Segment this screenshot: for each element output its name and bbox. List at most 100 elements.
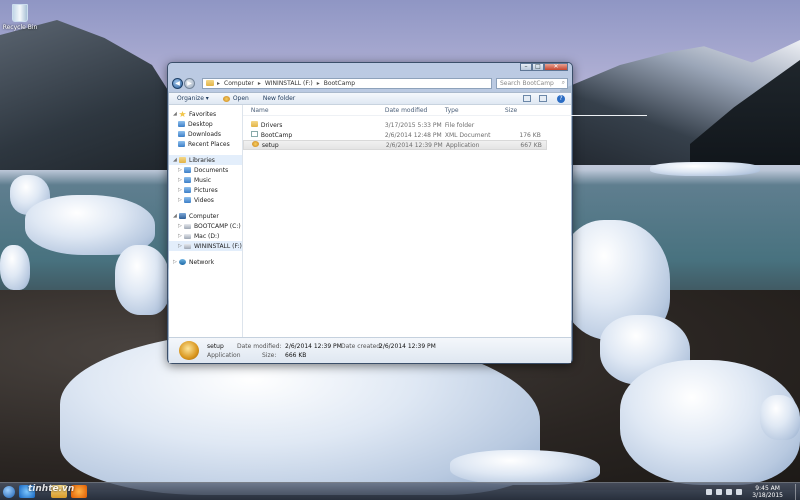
nav-videos[interactable]: ▷ Videos: [169, 195, 242, 205]
file-date: 3/17/2015 5:33 PM: [384, 121, 442, 129]
maximize-button[interactable]: □: [532, 63, 544, 71]
file-row-drivers[interactable]: Drivers 3/17/2015 5:33 PM File folder: [243, 120, 647, 130]
nav-libraries[interactable]: ◢ Libraries: [169, 155, 242, 165]
column-headers: Name Date modified Type Size: [242, 105, 647, 116]
show-desktop-button[interactable]: [795, 483, 800, 500]
downloads-icon: [178, 131, 185, 137]
clock-date: 3/18/2015: [752, 491, 783, 499]
file-name: Drivers: [260, 122, 283, 129]
nav-label: Libraries: [189, 156, 215, 164]
setup-app-icon: [251, 141, 259, 147]
breadcrumb-chevron-icon: ▸: [257, 79, 261, 87]
nav-favorites[interactable]: ◢ Favorites: [169, 109, 242, 119]
nav-label: Pictures: [194, 186, 218, 194]
nav-label: Downloads: [188, 130, 221, 138]
nav-label: Mac (D:): [194, 232, 220, 240]
breadcrumb-item[interactable]: BootCamp: [324, 80, 355, 87]
recycle-bin-shortcut[interactable]: Recycle Bin: [2, 4, 38, 31]
usb-drive-icon: [184, 243, 191, 249]
file-type: XML Document: [444, 131, 491, 139]
xml-file-icon: [250, 131, 258, 137]
recent-places-icon: [178, 141, 185, 147]
breadcrumb-item[interactable]: Computer: [224, 80, 254, 87]
minimize-button[interactable]: –: [520, 63, 532, 71]
nav-label: Videos: [194, 196, 214, 204]
navigation-pane: ◢ Favorites Desktop Downloads Recent Plac…: [169, 105, 243, 337]
ice-block: [115, 245, 170, 315]
nav-label: Desktop: [188, 120, 213, 128]
nav-drive-f[interactable]: ▷ WININSTALL (F:): [169, 241, 242, 251]
breadcrumb-chevron-icon: ▸: [316, 79, 320, 87]
ice-block: [450, 450, 600, 485]
close-button[interactable]: ✕: [544, 63, 568, 71]
system-tray: 9:45 AM 3/18/2015: [706, 485, 791, 499]
new-folder-button[interactable]: New folder: [263, 95, 295, 102]
ice-block: [760, 395, 800, 440]
column-size[interactable]: Size: [505, 107, 545, 114]
address-bar[interactable]: ▸ Computer ▸ WININSTALL (F:) ▸ BootCamp: [202, 77, 492, 89]
nav-recent-places[interactable]: Recent Places: [169, 139, 242, 149]
taskbar: 9:45 AM 3/18/2015: [0, 482, 800, 500]
file-type: File folder: [444, 121, 475, 129]
file-row-setup[interactable]: setup 2/6/2014 12:39 PM Application 667 …: [242, 140, 547, 150]
nav-label: WININSTALL (F:): [194, 242, 242, 250]
column-name[interactable]: Name: [251, 107, 385, 114]
network-status-icon[interactable]: [726, 488, 733, 495]
forward-button[interactable]: ▶: [184, 77, 195, 89]
details-file-kind: Application: [207, 352, 241, 359]
folder-icon: [250, 121, 258, 127]
folder-icon: [206, 80, 214, 86]
back-button[interactable]: ◀: [172, 77, 183, 89]
details-date-modified: 2/6/2014 12:39 PM: [285, 343, 342, 350]
tray-arrow-icon[interactable]: [706, 488, 713, 495]
nav-downloads[interactable]: Downloads: [169, 129, 242, 139]
nav-music[interactable]: ▷ Music: [169, 175, 242, 185]
view-controls: ?: [515, 94, 565, 103]
volume-icon[interactable]: [736, 488, 743, 495]
nav-label: BOOTCAMP (C:): [194, 222, 241, 230]
nav-desktop[interactable]: Desktop: [169, 119, 242, 129]
clock[interactable]: 9:45 AM 3/18/2015: [752, 485, 783, 499]
file-name: setup: [261, 142, 279, 149]
ice-block: [0, 245, 30, 290]
star-icon: [179, 111, 186, 117]
search-placeholder: Search BootCamp: [500, 79, 554, 87]
preview-pane-icon[interactable]: [539, 95, 547, 102]
help-icon[interactable]: ?: [557, 94, 565, 103]
column-type[interactable]: Type: [445, 107, 505, 114]
file-row-bootcamp[interactable]: BootCamp 2/6/2014 12:48 PM XML Document …: [243, 130, 647, 140]
desktop-icon: [178, 121, 185, 127]
nav-pictures[interactable]: ▷ Pictures: [169, 185, 242, 195]
pictures-icon: [184, 187, 191, 193]
nav-drive-c[interactable]: ▷ BOOTCAMP (C:): [169, 221, 242, 231]
nav-label: Computer: [189, 212, 219, 220]
expand-arrow-icon: ◢: [173, 111, 177, 117]
details-file-name: setup: [207, 343, 224, 350]
file-name-cell: Drivers: [250, 121, 385, 129]
address-row: ◀ ▶ ▸ Computer ▸ WININSTALL (F:) ▸ BootC…: [172, 77, 568, 89]
nav-label: Music: [194, 176, 212, 184]
breadcrumb-item[interactable]: WININSTALL (F:): [265, 80, 313, 87]
search-input[interactable]: Search BootCamp ⌕: [496, 77, 568, 89]
documents-icon: [184, 167, 191, 173]
computer-icon: [179, 213, 186, 219]
details-size-label: Size:: [262, 352, 277, 359]
change-view-icon[interactable]: [523, 95, 531, 102]
open-button[interactable]: Open: [222, 95, 249, 102]
nav-network[interactable]: ▷ Network: [169, 257, 242, 267]
details-date-created: 2/6/2014 12:39 PM: [379, 343, 436, 350]
mountain-left: [0, 20, 190, 170]
organize-button[interactable]: Organize ▾: [177, 95, 209, 102]
network-icon: [179, 259, 186, 265]
details-date-modified-label: Date modified:: [237, 343, 282, 350]
start-button[interactable]: [3, 485, 15, 498]
breadcrumb-chevron-icon: ▸: [217, 79, 221, 87]
nav-documents[interactable]: ▷ Documents: [169, 165, 242, 175]
flag-icon[interactable]: [716, 488, 723, 495]
open-label: Open: [232, 95, 249, 102]
recycle-bin-label: Recycle Bin: [2, 24, 38, 31]
column-date-modified[interactable]: Date modified: [385, 107, 445, 114]
nav-drive-d[interactable]: ▷ Mac (D:): [169, 231, 242, 241]
nav-computer[interactable]: ◢ Computer: [169, 211, 242, 221]
file-name: BootCamp: [260, 132, 293, 139]
